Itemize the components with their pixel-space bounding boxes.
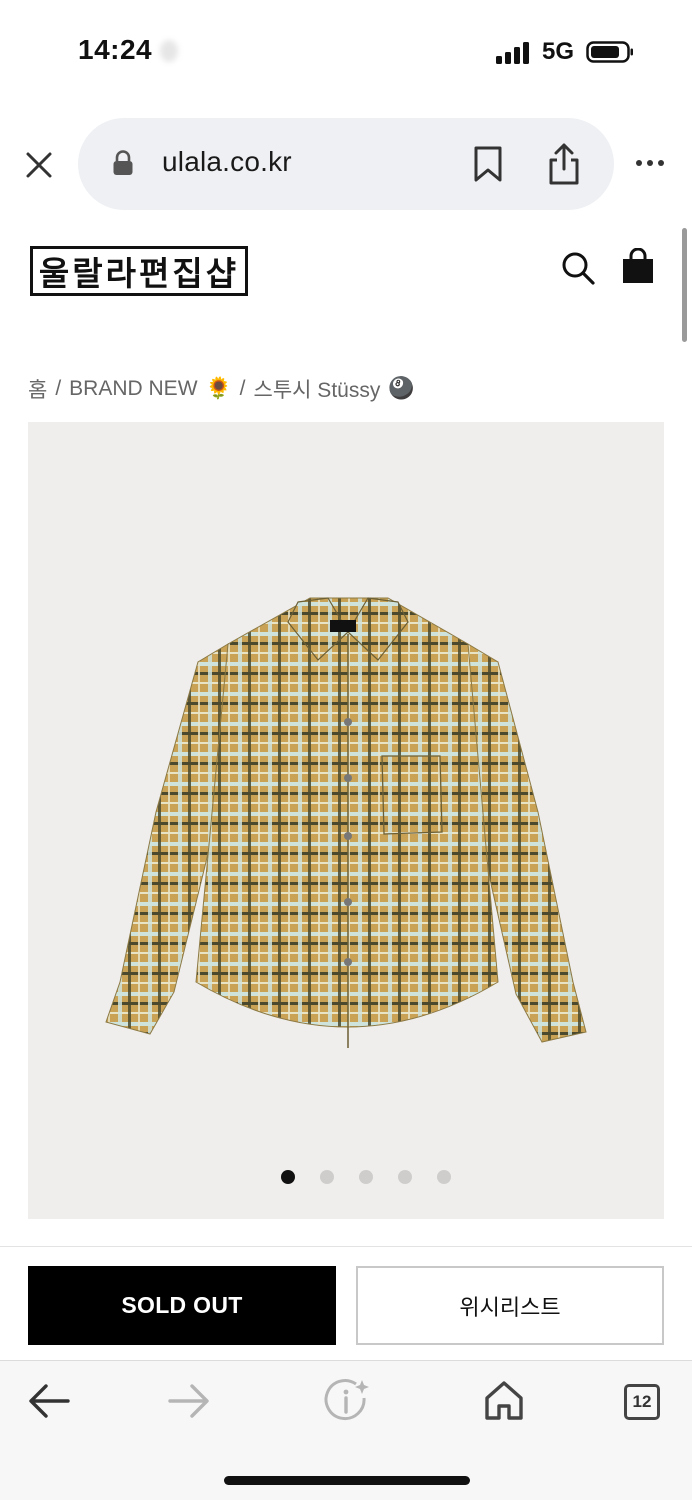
- carousel-dot-3[interactable]: [359, 1170, 373, 1184]
- bookmark-button[interactable]: [472, 145, 504, 183]
- more-dot: [658, 160, 664, 166]
- forward-button[interactable]: [166, 1380, 212, 1422]
- breadcrumb: 홈 / BRAND NEW 🌻 / 스투시 Stüssy 🎱: [28, 374, 415, 404]
- share-button[interactable]: [546, 142, 582, 186]
- carousel-dots: [28, 1170, 664, 1186]
- signal-icon: [496, 40, 532, 64]
- eight-ball-icon: 🎱: [388, 377, 415, 400]
- info-button[interactable]: [324, 1378, 370, 1424]
- url-text[interactable]: ulala.co.kr: [162, 146, 292, 178]
- carousel-dot-5[interactable]: [437, 1170, 451, 1184]
- battery-icon: [586, 41, 633, 63]
- carousel-dot-2[interactable]: [320, 1170, 334, 1184]
- more-dot: [647, 160, 653, 166]
- back-button[interactable]: [26, 1380, 72, 1422]
- breadcrumb-item-stussy[interactable]: 스투시 Stüssy: [254, 374, 381, 404]
- status-time: 14:24: [78, 34, 153, 65]
- lock-icon: [113, 150, 133, 175]
- cart-button[interactable]: [620, 248, 656, 284]
- address-bar[interactable]: [78, 118, 614, 210]
- plaid-shirt-image: [105, 597, 587, 1048]
- sold-out-button[interactable]: SOLD OUT: [28, 1266, 336, 1345]
- site-logo[interactable]: 울랄라편집샵: [30, 246, 248, 296]
- site-search-button[interactable]: [560, 250, 596, 286]
- wishlist-button[interactable]: 위시리스트: [356, 1266, 664, 1345]
- breadcrumb-item-home[interactable]: 홈: [28, 374, 47, 404]
- close-icon: [26, 152, 52, 178]
- breadcrumb-separator: /: [55, 377, 62, 400]
- breadcrumb-item-brand-new[interactable]: BRAND NEW: [69, 377, 197, 401]
- close-tab-button[interactable]: [22, 148, 56, 182]
- product-image-carousel[interactable]: [28, 422, 664, 1219]
- sunflower-icon: 🌻: [205, 377, 232, 400]
- home-button[interactable]: [482, 1378, 526, 1422]
- carousel-dot-4[interactable]: [398, 1170, 412, 1184]
- more-dot: [636, 160, 642, 166]
- action-divider: [0, 1246, 692, 1247]
- page-scrollbar[interactable]: [682, 228, 687, 342]
- carousel-dot-1[interactable]: [281, 1170, 295, 1184]
- status-indicator-blur: [160, 40, 178, 62]
- more-button[interactable]: [636, 156, 670, 170]
- tabs-button[interactable]: 12: [624, 1384, 660, 1420]
- breadcrumb-separator: /: [239, 377, 246, 400]
- network-label: 5G: [542, 38, 575, 65]
- home-indicator: [224, 1476, 470, 1485]
